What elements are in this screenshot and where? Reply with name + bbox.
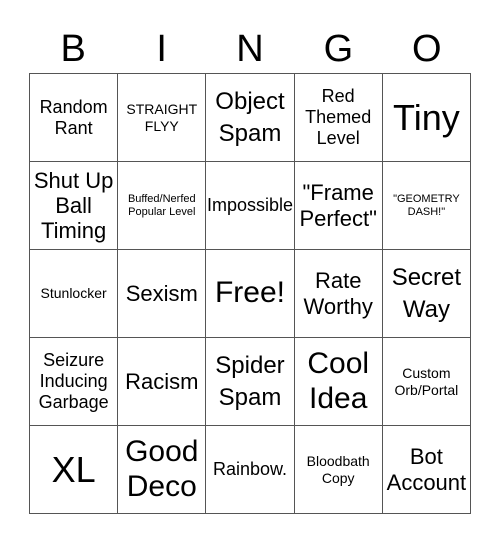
bingo-cell[interactable]: Seizure Inducing Garbage bbox=[30, 338, 119, 426]
bingo-cell[interactable]: Buffed/Nerfed Popular Level bbox=[118, 162, 207, 250]
bingo-cell[interactable]: Custom Orb/Portal bbox=[382, 338, 471, 426]
bingo-cell[interactable]: Rainbow. bbox=[206, 426, 295, 514]
bingo-cell[interactable]: Bot Account bbox=[382, 426, 471, 514]
bingo-cell[interactable]: Red Themed Level bbox=[294, 74, 383, 162]
bingo-cell[interactable]: Impossible bbox=[206, 162, 295, 250]
bingo-cell[interactable]: Random Rant bbox=[30, 74, 119, 162]
bingo-header: B I N G O bbox=[29, 26, 471, 72]
bingo-cell[interactable]: Secret Way bbox=[382, 250, 471, 338]
header-letter-n: N bbox=[236, 28, 264, 70]
header-letter-o: O bbox=[412, 28, 442, 70]
bingo-cell[interactable]: Free! bbox=[206, 250, 295, 338]
bingo-cell[interactable]: Tiny bbox=[382, 74, 471, 162]
header-letter-b: B bbox=[60, 28, 86, 70]
bingo-cell[interactable]: STRAIGHT FLYY bbox=[118, 74, 207, 162]
bingo-cell[interactable]: Shut Up Ball Timing bbox=[30, 162, 119, 250]
bingo-cell[interactable]: Rate Worthy bbox=[294, 250, 383, 338]
bingo-cell[interactable]: "Frame Perfect" bbox=[294, 162, 383, 250]
header-letter-g: G bbox=[323, 28, 354, 70]
bingo-cell[interactable]: Spider Spam bbox=[206, 338, 295, 426]
bingo-cell[interactable]: Object Spam bbox=[206, 74, 295, 162]
bingo-cell[interactable]: "GEOMETRY DASH!" bbox=[382, 162, 471, 250]
bingo-cell[interactable]: Stunlocker bbox=[30, 250, 119, 338]
bingo-cell[interactable]: Cool Idea bbox=[294, 338, 383, 426]
bingo-cell[interactable]: XL bbox=[30, 426, 119, 514]
header-letter-i: I bbox=[156, 28, 167, 70]
bingo-cell[interactable]: Bloodbath Copy bbox=[294, 426, 383, 514]
bingo-cell[interactable]: Sexism bbox=[118, 250, 207, 338]
bingo-cell[interactable]: Good Deco bbox=[118, 426, 207, 514]
bingo-card-grid: Random Rant STRAIGHT FLYY Object Spam Red T… bbox=[29, 73, 471, 514]
bingo-cell[interactable]: Racism bbox=[118, 338, 207, 426]
